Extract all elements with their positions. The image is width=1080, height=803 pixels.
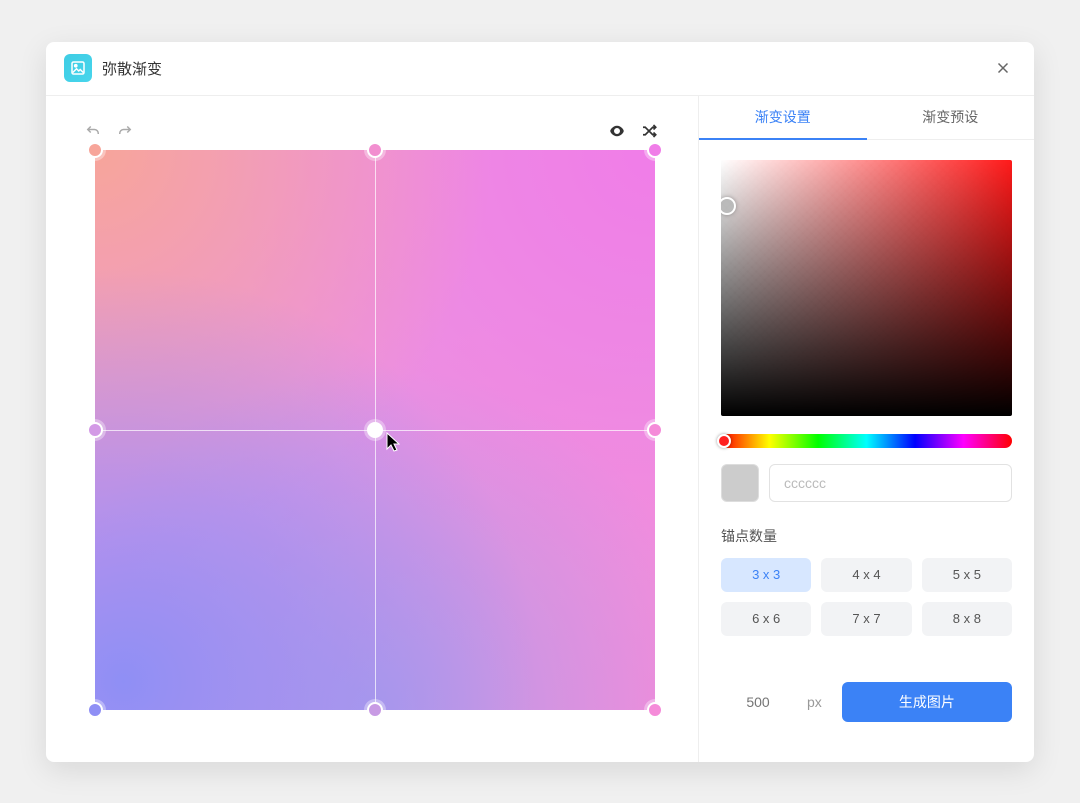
anchor-handle[interactable]: [367, 422, 383, 438]
unit-label: px: [807, 694, 822, 710]
hex-input[interactable]: [769, 464, 1012, 502]
color-swatch[interactable]: [721, 464, 759, 502]
anchor-handle[interactable]: [87, 142, 103, 158]
anchor-handle[interactable]: [87, 702, 103, 718]
eye-icon: [608, 122, 626, 140]
anchor-handle[interactable]: [647, 422, 663, 438]
hue-slider[interactable]: [721, 434, 1012, 448]
app-icon: [64, 54, 92, 82]
color-sv-picker[interactable]: [721, 160, 1012, 416]
undo-button[interactable]: [82, 120, 104, 142]
tab-settings[interactable]: 渐变设置: [699, 96, 867, 140]
shuffle-button[interactable]: [638, 120, 660, 142]
anchor-handle[interactable]: [647, 142, 663, 158]
editor-pane: [46, 96, 698, 762]
anchor-count-label: 锚点数量: [721, 526, 1012, 546]
title-wrap: 弥散渐变: [64, 54, 162, 82]
gradient-canvas-wrap: [95, 150, 655, 710]
generate-button[interactable]: 生成图片: [842, 682, 1012, 722]
grid-btn-8x8[interactable]: 8 x 8: [922, 602, 1012, 636]
anchor-handle[interactable]: [367, 142, 383, 158]
anchor-handle[interactable]: [367, 702, 383, 718]
gradient-modal: 弥散渐变: [46, 42, 1034, 762]
hue-handle[interactable]: [717, 434, 731, 448]
tab-presets[interactable]: 渐变预设: [867, 96, 1035, 140]
grid-btn-5x5[interactable]: 5 x 5: [922, 558, 1012, 592]
tabs: 渐变设置 渐变预设: [699, 96, 1034, 140]
redo-button[interactable]: [114, 120, 136, 142]
grid-btn-7x7[interactable]: 7 x 7: [821, 602, 911, 636]
modal-title: 弥散渐变: [102, 58, 162, 79]
grid-btn-3x3[interactable]: 3 x 3: [721, 558, 811, 592]
redo-icon: [116, 122, 134, 140]
grid-btn-4x4[interactable]: 4 x 4: [821, 558, 911, 592]
close-button[interactable]: [994, 59, 1012, 77]
preview-button[interactable]: [606, 120, 628, 142]
modal-header: 弥散渐变: [46, 42, 1034, 96]
anchor-handle[interactable]: [87, 422, 103, 438]
close-icon: [994, 59, 1012, 77]
sv-handle[interactable]: [721, 197, 736, 215]
undo-icon: [84, 122, 102, 140]
anchor-handle[interactable]: [647, 702, 663, 718]
settings-pane: 渐变设置 渐变预设 锚点数量 3 x 3 4 x 4 5 x 5: [698, 96, 1034, 762]
shuffle-icon: [640, 122, 658, 140]
footer-row: px 生成图片: [721, 652, 1012, 722]
editor-toolbar: [82, 120, 668, 142]
anchor-grid-buttons: 3 x 3 4 x 4 5 x 5 6 x 6 7 x 7 8 x 8: [721, 558, 1012, 636]
grid-btn-6x6[interactable]: 6 x 6: [721, 602, 811, 636]
modal-body: 渐变设置 渐变预设 锚点数量 3 x 3 4 x 4 5 x 5: [46, 96, 1034, 762]
output-size-input[interactable]: [721, 683, 795, 721]
settings-panel: 锚点数量 3 x 3 4 x 4 5 x 5 6 x 6 7 x 7 8 x 8…: [699, 140, 1034, 742]
color-row: [721, 464, 1012, 502]
